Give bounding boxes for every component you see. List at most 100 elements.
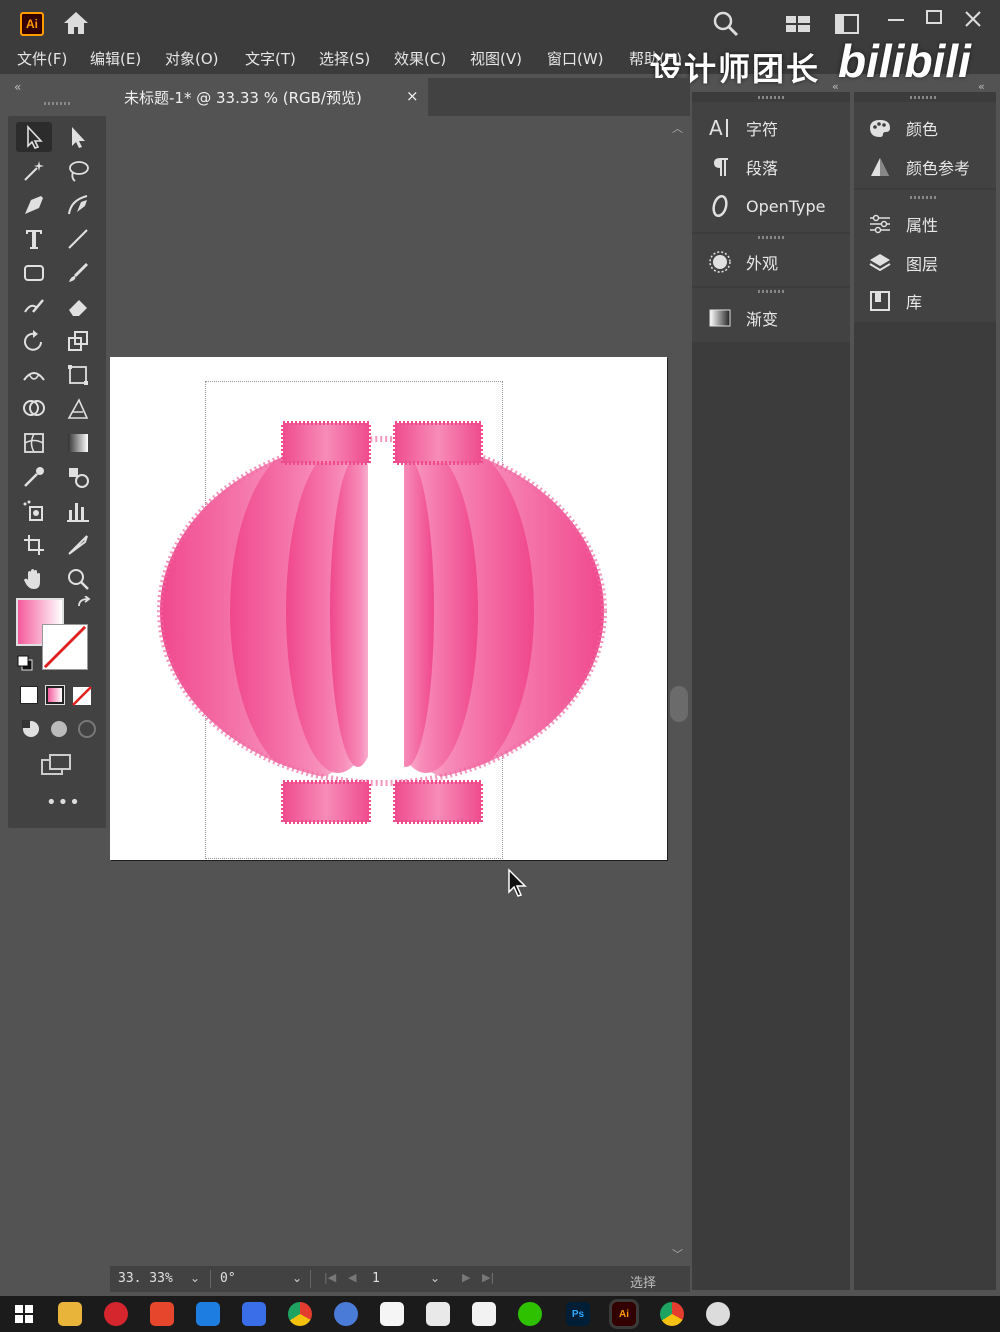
draw-normal-icon[interactable] xyxy=(20,718,42,740)
shaper-tool[interactable] xyxy=(16,292,52,322)
lasso-tool[interactable] xyxy=(60,156,96,186)
free-transform-tool[interactable] xyxy=(60,360,96,390)
wechat-icon[interactable] xyxy=(518,1302,542,1326)
last-artboard-icon[interactable]: ▶| xyxy=(482,1271,494,1284)
swap-fill-stroke-icon[interactable] xyxy=(76,596,94,614)
paintbrush-tool[interactable] xyxy=(60,258,96,288)
menu-effect[interactable]: 效果(C) xyxy=(394,48,446,69)
artboard-dropdown-icon[interactable]: ⌄ xyxy=(430,1271,440,1285)
panel-properties[interactable]: 属性 xyxy=(868,212,938,236)
mesh-tool[interactable] xyxy=(16,428,52,458)
collapse-dock-icon-2[interactable]: « xyxy=(978,80,985,93)
panel-grip[interactable] xyxy=(758,96,784,99)
panel-color[interactable]: 颜色 xyxy=(868,116,938,140)
pen-tool[interactable] xyxy=(16,190,52,220)
panel-appearance[interactable]: 外观 xyxy=(708,250,778,274)
panel-color-guide[interactable]: 颜色参考 xyxy=(868,155,970,179)
lantern-artwork[interactable] xyxy=(110,357,667,860)
panel-libraries[interactable]: 库 xyxy=(868,289,922,313)
menu-edit[interactable]: 编辑(E) xyxy=(90,48,141,69)
rotation-dropdown-icon[interactable]: ⌄ xyxy=(292,1271,302,1285)
chrome-icon[interactable] xyxy=(288,1302,312,1326)
menu-type[interactable]: 文字(T) xyxy=(245,48,296,69)
magic-wand-tool[interactable] xyxy=(16,156,52,186)
screen-mode-icon[interactable] xyxy=(40,752,74,780)
wps-icon[interactable] xyxy=(150,1302,174,1326)
scroll-up-icon[interactable]: ︿ xyxy=(672,120,683,136)
panel-paragraph[interactable]: 段落 xyxy=(708,155,778,179)
maximize-icon[interactable] xyxy=(922,6,946,30)
panel-character[interactable]: A 字符 xyxy=(708,116,778,140)
home-icon[interactable] xyxy=(62,10,90,36)
search-icon[interactable] xyxy=(712,10,740,38)
panel-gradient[interactable]: 渐变 xyxy=(708,306,778,330)
screen-recorder-icon[interactable] xyxy=(706,1302,730,1326)
eraser-tool[interactable] xyxy=(60,292,96,322)
draw-behind-icon[interactable] xyxy=(48,718,70,740)
scale-tool[interactable] xyxy=(60,326,96,356)
none-mode-icon[interactable] xyxy=(72,686,92,706)
menu-select[interactable]: 选择(S) xyxy=(319,48,370,69)
scroll-down-icon[interactable]: ﹀ xyxy=(672,1246,683,1262)
panel-grip[interactable] xyxy=(910,96,936,99)
first-artboard-icon[interactable]: |◀ xyxy=(324,1271,336,1284)
rotation-value[interactable]: 0° xyxy=(220,1271,236,1286)
line-segment-tool[interactable] xyxy=(60,224,96,254)
menu-window[interactable]: 窗口(W) xyxy=(547,48,604,69)
stroke-swatch[interactable] xyxy=(42,624,88,670)
artboard-number[interactable]: 1 xyxy=(372,1271,380,1286)
blend-tool[interactable] xyxy=(60,462,96,492)
symbol-sprayer-tool[interactable] xyxy=(16,496,52,526)
selection-tool[interactable] xyxy=(16,122,52,152)
gradient-mode-icon[interactable] xyxy=(46,686,64,704)
gradient-tool[interactable] xyxy=(60,428,96,458)
panel-layers[interactable]: 图层 xyxy=(868,251,938,275)
windows-start-icon[interactable] xyxy=(12,1302,36,1326)
menu-object[interactable]: 对象(O) xyxy=(165,48,219,69)
eyedropper-tool[interactable] xyxy=(16,462,52,492)
menu-view[interactable]: 视图(V) xyxy=(470,48,522,69)
illustrator-icon[interactable]: Ai xyxy=(612,1302,636,1326)
prev-artboard-icon[interactable]: ◀ xyxy=(348,1271,356,1284)
menu-file[interactable]: 文件(F) xyxy=(17,48,67,69)
panel-grip[interactable] xyxy=(44,102,72,105)
notes-icon[interactable] xyxy=(380,1302,404,1326)
capcut-icon[interactable] xyxy=(472,1302,496,1326)
calculator-icon[interactable] xyxy=(426,1302,450,1326)
minimize-icon[interactable] xyxy=(884,8,908,32)
workspace-layout-icon[interactable] xyxy=(784,12,812,36)
chrome-icon-2[interactable] xyxy=(660,1302,684,1326)
netease-music-icon[interactable] xyxy=(104,1302,128,1326)
photoshop-icon[interactable]: Ps xyxy=(566,1302,590,1326)
edge-icon[interactable] xyxy=(196,1302,220,1326)
next-artboard-icon[interactable]: ▶ xyxy=(462,1271,470,1284)
panel-grip[interactable] xyxy=(758,236,784,239)
edit-toolbar-icon[interactable]: ••• xyxy=(46,792,81,813)
type-tool[interactable] xyxy=(16,224,52,254)
color-mode-icon[interactable] xyxy=(20,686,38,704)
collapse-dock-icon[interactable]: « xyxy=(832,80,839,93)
file-explorer-icon[interactable] xyxy=(58,1302,82,1326)
current-tool-status[interactable]: 选择 xyxy=(630,1272,656,1291)
panel-grip[interactable] xyxy=(758,290,784,293)
collapse-tools-icon[interactable]: « xyxy=(14,80,21,94)
scrollbar-thumb[interactable] xyxy=(670,686,688,722)
shape-builder-tool[interactable] xyxy=(16,394,52,424)
document-tab[interactable]: 未标题-1* @ 33.33 % (RGB/预览) × xyxy=(110,78,428,116)
rectangle-tool[interactable] xyxy=(16,258,52,288)
draw-inside-icon[interactable] xyxy=(76,718,98,740)
zoom-tool[interactable] xyxy=(60,564,96,594)
close-tab-icon[interactable]: × xyxy=(406,87,419,105)
bilibili-client-icon[interactable] xyxy=(242,1302,266,1326)
panel-opentype[interactable]: OpenType xyxy=(708,194,825,218)
arrange-documents-icon[interactable] xyxy=(834,12,860,36)
rotate-tool[interactable] xyxy=(16,326,52,356)
close-icon[interactable] xyxy=(960,6,986,32)
default-fill-stroke-icon[interactable] xyxy=(16,654,34,672)
browser-icon[interactable] xyxy=(334,1302,358,1326)
slice-tool[interactable] xyxy=(60,530,96,560)
hand-tool[interactable] xyxy=(16,564,52,594)
perspective-grid-tool[interactable] xyxy=(60,394,96,424)
direct-selection-tool[interactable] xyxy=(60,122,96,152)
zoom-dropdown-icon[interactable]: ⌄ xyxy=(190,1271,200,1285)
